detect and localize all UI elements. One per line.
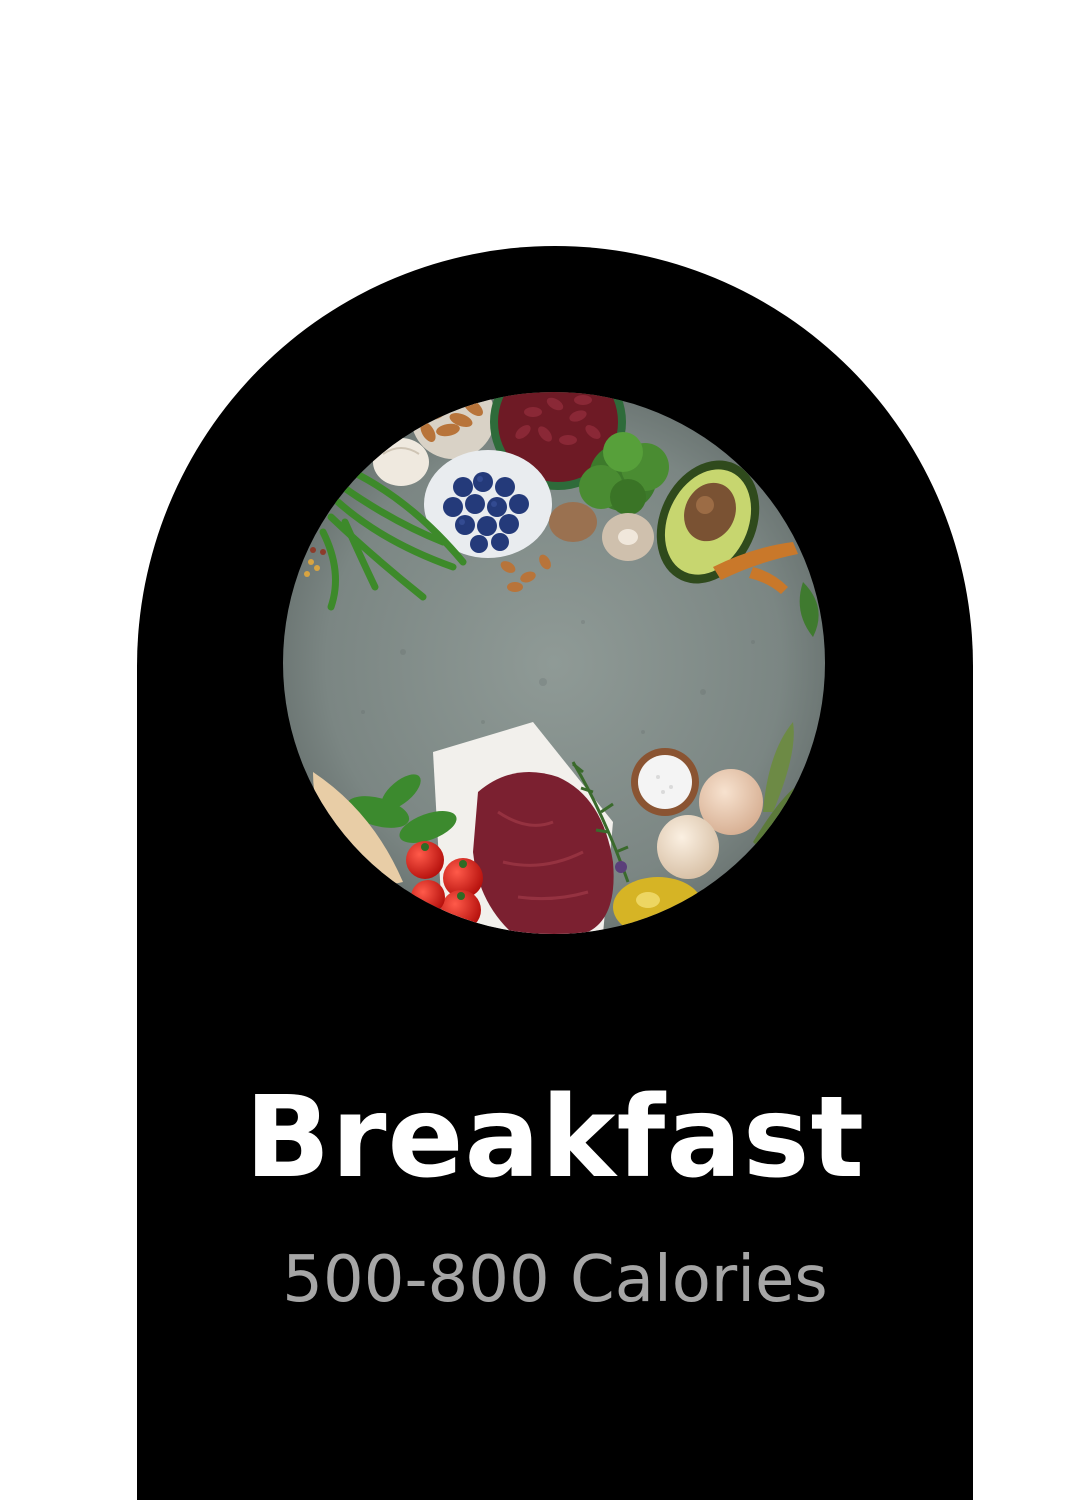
food-photo — [283, 392, 825, 934]
egg — [657, 815, 719, 879]
salt-bowl — [631, 748, 699, 816]
meal-title: Breakfast — [244, 1073, 866, 1203]
food-photo-illustration — [283, 392, 825, 934]
calorie-range: 500-800 Calories — [282, 1243, 828, 1317]
